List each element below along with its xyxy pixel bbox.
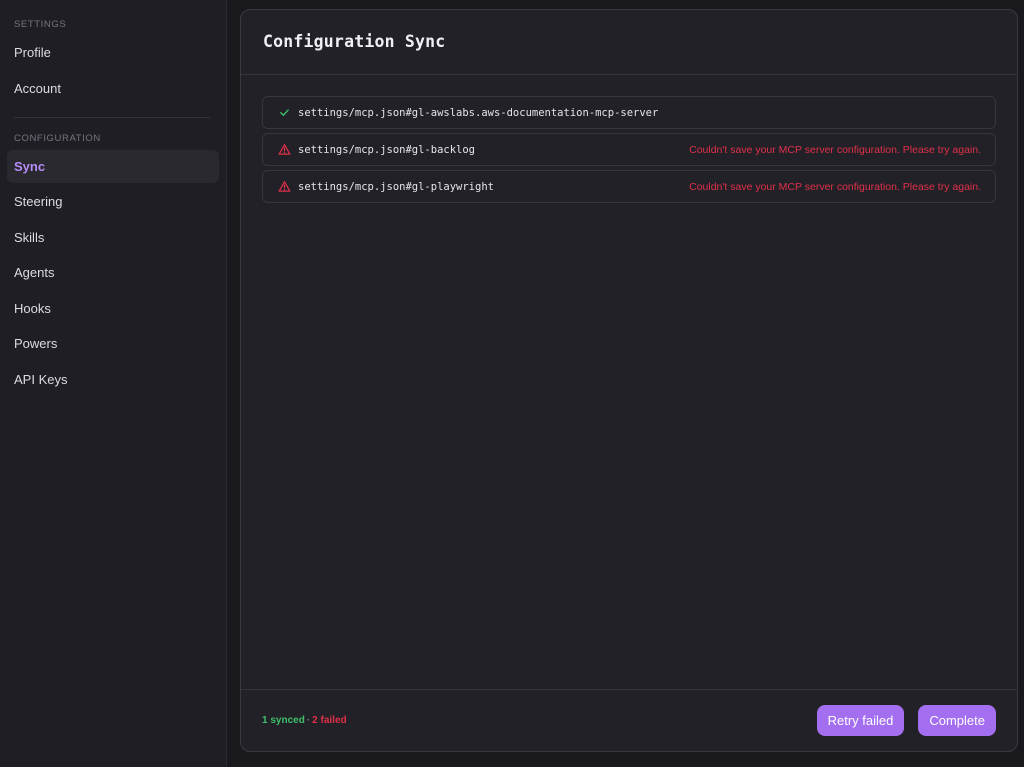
settings-sidebar: SETTINGS Profile Account CONFIGURATION S… (0, 0, 227, 767)
complete-button[interactable]: Complete (918, 705, 996, 736)
warning-triangle-icon (277, 143, 291, 157)
sidebar-item-agents[interactable]: Agents (7, 256, 219, 289)
sync-result-list: settings/mcp.json#gl-awslabs.aws-documen… (241, 75, 1017, 689)
sync-row-path: settings/mcp.json#gl-awslabs.aws-documen… (298, 106, 659, 119)
section-label-configuration: CONFIGURATION (14, 132, 101, 144)
sidebar-item-profile[interactable]: Profile (7, 36, 219, 69)
sync-row-error-message: Couldn't save your MCP server configurat… (689, 180, 981, 193)
sidebar-item-steering[interactable]: Steering (7, 185, 219, 218)
main-content: Configuration Sync settings/mcp.json#gl-… (227, 0, 1024, 767)
failed-count: 2 failed (312, 715, 347, 726)
check-icon (277, 106, 291, 120)
sidebar-item-skills[interactable]: Skills (7, 221, 219, 254)
sync-panel: Configuration Sync settings/mcp.json#gl-… (240, 9, 1018, 752)
section-label-settings: SETTINGS (14, 19, 67, 30)
sync-row-error-message: Couldn't save your MCP server configurat… (689, 143, 981, 156)
sidebar-item-sync[interactable]: Sync (7, 149, 219, 183)
app-root: SETTINGS Profile Account CONFIGURATION S… (0, 0, 1024, 767)
sidebar-item-powers[interactable]: Powers (7, 327, 219, 360)
sync-row-failed: settings/mcp.json#gl-backlog Couldn't sa… (262, 133, 996, 166)
sync-row-success: settings/mcp.json#gl-awslabs.aws-documen… (262, 96, 996, 129)
sync-summary: 1 synced · 2 failed (262, 715, 347, 726)
warning-triangle-icon (277, 180, 291, 194)
sync-row-path: settings/mcp.json#gl-backlog (298, 143, 476, 156)
retry-failed-button[interactable]: Retry failed (816, 705, 905, 736)
sidebar-item-account[interactable]: Account (7, 72, 219, 105)
sync-row-failed: settings/mcp.json#gl-playwright Couldn't… (262, 170, 996, 203)
panel-footer: 1 synced · 2 failed Retry failed Complete (241, 689, 1017, 751)
sidebar-item-api-keys[interactable]: API Keys (7, 363, 219, 396)
synced-count: 1 synced (262, 715, 305, 726)
panel-header: Configuration Sync (241, 10, 1017, 75)
page-title: Configuration Sync (263, 32, 446, 51)
summary-separator: · (306, 715, 311, 726)
sidebar-item-hooks[interactable]: Hooks (7, 292, 219, 325)
sync-row-path: settings/mcp.json#gl-playwright (298, 180, 494, 193)
footer-actions: Retry failed Complete (816, 705, 996, 736)
sidebar-divider (14, 116, 210, 118)
